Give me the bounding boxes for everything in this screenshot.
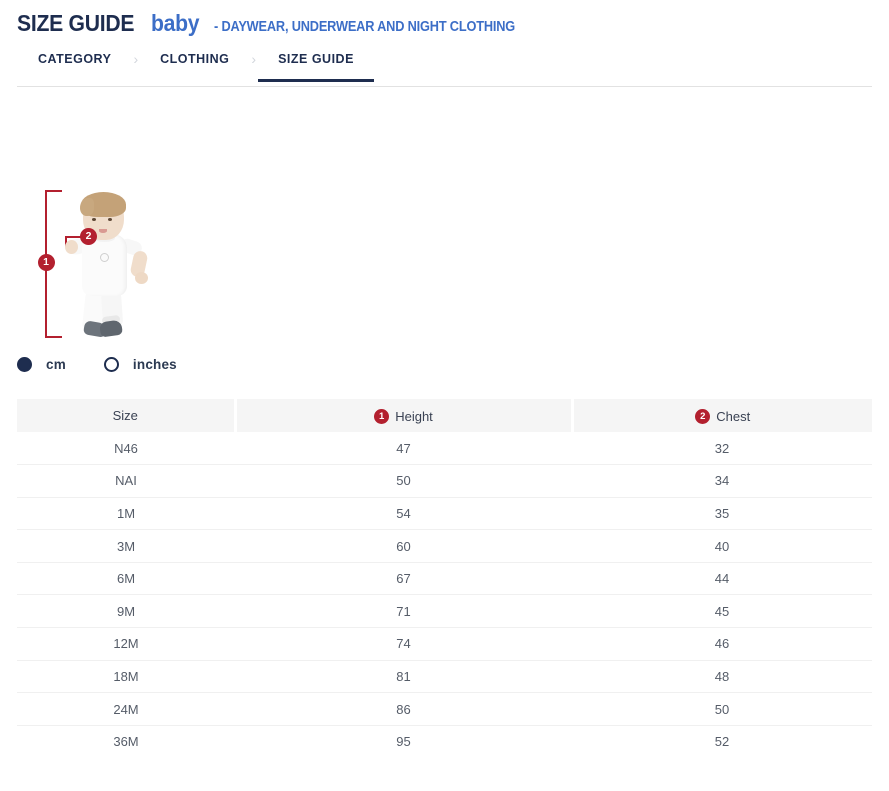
column-header-size-label: Size [113,408,138,423]
cell-size: 9M [17,595,235,628]
cell-height: 81 [235,660,572,693]
measurement-diagram: 1 2 [17,87,889,349]
cell-chest: 44 [572,562,872,595]
cell-size: NAI [17,465,235,498]
table-row: N464732 [17,432,872,465]
baby-hand-right [135,272,148,284]
cell-height: 74 [235,628,572,661]
unit-option-cm[interactable]: cm [17,357,66,372]
cell-size: N46 [17,432,235,465]
cell-chest: 46 [572,628,872,661]
height-measure-cap-top [45,190,62,192]
baby-button [100,253,109,262]
table-row: 18M8148 [17,660,872,693]
cell-chest: 45 [572,595,872,628]
cell-height: 71 [235,595,572,628]
baby-hand-left [65,240,78,254]
height-badge-icon: 1 [374,409,389,424]
table-row: 36M9552 [17,725,872,758]
breadcrumb-item-clothing[interactable]: CLOTHING [158,51,231,82]
cell-size: 36M [17,725,235,758]
cell-height: 95 [235,725,572,758]
table-row: 1M5435 [17,497,872,530]
table-row: NAI5034 [17,465,872,498]
column-header-height: 1 Height [235,399,572,432]
breadcrumb: CATEGORY › CLOTHING › SIZE GUIDE [0,51,889,87]
breadcrumb-item-category[interactable]: CATEGORY [36,51,113,82]
unit-option-inches[interactable]: inches [104,357,177,372]
unit-label-inches: inches [133,357,177,372]
cell-chest: 32 [572,432,872,465]
size-table-container: Size 1 Height 2 Chest N464732NAI5034 [17,399,872,758]
radio-cm-icon[interactable] [17,357,32,372]
cell-height: 86 [235,693,572,726]
table-row: 12M7446 [17,628,872,661]
cell-chest: 50 [572,693,872,726]
baby-figure: 1 2 [24,190,154,342]
page-subtitle: - DAYWEAR, UNDERWEAR AND NIGHT CLOTHING [214,19,515,35]
table-row: 9M7145 [17,595,872,628]
size-table: Size 1 Height 2 Chest N464732NAI5034 [17,399,872,758]
cell-size: 6M [17,562,235,595]
cell-chest: 48 [572,660,872,693]
cell-height: 54 [235,497,572,530]
chevron-right-icon: › [231,51,276,68]
breadcrumb-item-size-guide[interactable]: SIZE GUIDE [276,51,356,82]
page-title-main: SIZE GUIDE [17,10,134,37]
table-row: 24M8650 [17,693,872,726]
cell-chest: 35 [572,497,872,530]
cell-chest: 52 [572,725,872,758]
cell-size: 1M [17,497,235,530]
cell-size: 18M [17,660,235,693]
baby-mouth [99,229,107,233]
baby-shoe-right [99,320,123,338]
page-title-accent: baby [151,10,199,37]
cell-size: 3M [17,530,235,563]
chest-marker-badge: 2 [80,228,97,245]
table-row: 3M6040 [17,530,872,563]
chest-badge-icon: 2 [695,409,710,424]
baby-eye-left [92,218,96,221]
column-header-chest-label: Chest [716,409,750,424]
cell-height: 47 [235,432,572,465]
cell-size: 24M [17,693,235,726]
column-header-chest: 2 Chest [572,399,872,432]
size-table-head: Size 1 Height 2 Chest [17,399,872,432]
cell-height: 67 [235,562,572,595]
baby-hair-strand [80,198,94,216]
unit-selector: cm inches [17,349,889,379]
baby-illustration [56,194,156,342]
cell-chest: 34 [572,465,872,498]
radio-inches-icon[interactable] [104,357,119,372]
table-header-row: Size 1 Height 2 Chest [17,399,872,432]
cell-height: 50 [235,465,572,498]
cell-size: 12M [17,628,235,661]
column-header-size: Size [17,399,235,432]
cell-height: 60 [235,530,572,563]
table-row: 6M6744 [17,562,872,595]
column-header-height-label: Height [395,409,433,424]
page-title: SIZE GUIDE baby - DAYWEAR, UNDERWEAR AND… [0,0,889,37]
size-table-body: N464732NAI50341M54353M60406M67449M714512… [17,432,872,758]
cell-chest: 40 [572,530,872,563]
baby-eye-right [108,218,112,221]
unit-label-cm: cm [46,357,66,372]
chevron-right-icon: › [113,51,158,68]
height-marker-badge: 1 [38,254,55,271]
